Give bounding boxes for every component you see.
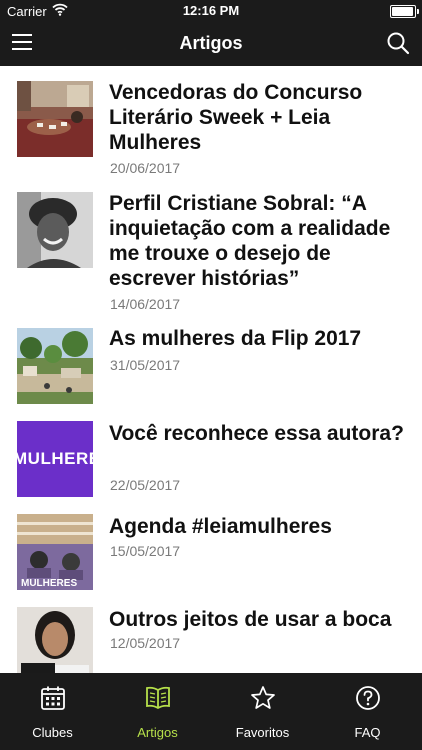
article-list-item[interactable]: MULHERES Agenda #leiamulheres 15/05/2017 (0, 502, 422, 592)
article-title: Outros jeitos de usar a boca (109, 608, 392, 631)
article-list-item[interactable]: MULHERE Você reconhece essa autora? 22/0… (0, 409, 422, 501)
page-title: Artigos (179, 33, 243, 53)
article-list-item[interactable]: Perfil Cristiane Sobral: “A inquietação … (0, 179, 422, 313)
tab-favoritos[interactable]: Favoritos (210, 673, 315, 750)
article-date: 14/06/2017 (110, 296, 181, 312)
tab-bar: Clubes Artigos Favoritos FAQ (0, 673, 422, 750)
article-title: Você reconhece essa autora? (109, 422, 404, 445)
status-time: 12:16 PM (182, 3, 240, 18)
article-date: 15/05/2017 (110, 543, 181, 559)
tab-label: Artigos (137, 725, 178, 740)
tab-faq[interactable]: FAQ (315, 673, 420, 750)
article-date: 20/06/2017 (110, 160, 181, 176)
search-icon[interactable] (386, 31, 410, 55)
mulheres-poster-text: MULHERES (21, 578, 78, 589)
article-list-item[interactable]: As mulheres da Flip 2017 31/05/2017 (0, 316, 422, 406)
agenda-poster-thumbnail: MULHERES (17, 514, 93, 590)
article-date: 31/05/2017 (110, 357, 181, 373)
tab-label: Favoritos (235, 725, 290, 740)
tab-clubes[interactable]: Clubes (0, 673, 105, 750)
battery-icon (390, 5, 419, 18)
article-title: Perfil Cristiane Sobral: “A inquietação … (109, 192, 391, 290)
calendar-icon (40, 685, 66, 711)
tab-artigos[interactable]: Artigos (105, 673, 210, 750)
star-icon (250, 685, 276, 711)
article-title: Agenda #leiamulheres (109, 515, 332, 538)
photo-room-thumbnail (17, 81, 93, 157)
article-list-item[interactable]: Vencedoras do Concurso Literário Sweek +… (0, 66, 422, 176)
tab-label: Clubes (32, 725, 73, 740)
mulheres-logo-thumbnail: MULHERE (17, 421, 93, 497)
article-date: 12/05/2017 (110, 635, 181, 651)
article-list[interactable]: Vencedoras do Concurso Literário Sweek +… (0, 66, 422, 673)
navigation-bar: Artigos (0, 22, 422, 66)
article-title: As mulheres da Flip 2017 (109, 327, 362, 350)
question-icon (355, 685, 381, 711)
mulheres-logo-text: MULHERE (17, 449, 93, 468)
article-list-item[interactable]: Outros jeitos de usar a boca 12/05/2017 (0, 595, 422, 673)
article-title: Vencedoras do Concurso Literário Sweek +… (109, 81, 363, 154)
portrait-photo-thumbnail (17, 192, 93, 268)
book-icon (145, 685, 171, 711)
landscape-photo-thumbnail (17, 328, 93, 404)
article-date: 22/05/2017 (110, 477, 181, 493)
book-cover-thumbnail (17, 607, 93, 673)
tab-label: FAQ (354, 725, 381, 740)
status-bar: Carrier 12:16 PM (0, 0, 422, 22)
